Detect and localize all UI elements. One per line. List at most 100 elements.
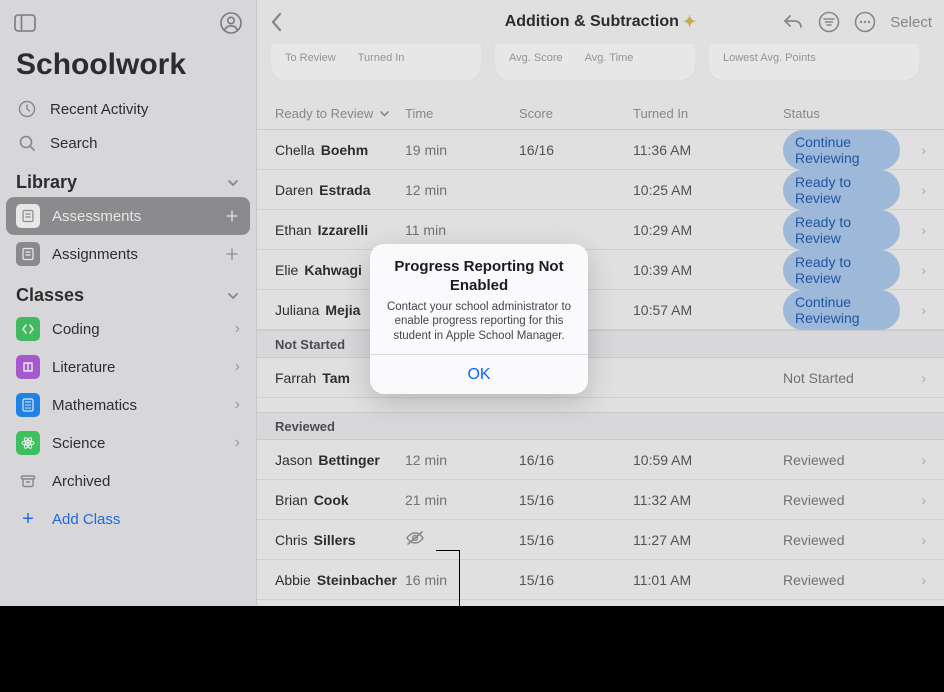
sidebar-item-literature[interactable]: Literature › — [6, 348, 250, 386]
col-ready-to-review[interactable]: Ready to Review — [275, 106, 405, 121]
cell-turned: 10:39 AM — [633, 262, 692, 278]
cell-time: 16 min — [405, 572, 447, 588]
cell-turned: 11:32 AM — [633, 492, 691, 508]
cell-turned: 10:25 AM — [633, 182, 692, 198]
main-area: Addition & Subtraction ✦ Select To Revie… — [257, 0, 944, 606]
chevron-right-icon: › — [900, 492, 926, 508]
chevron-down-icon — [226, 176, 240, 190]
chevron-right-icon: › — [900, 370, 926, 386]
clock-icon — [16, 100, 38, 118]
cell-score: 15/16 — [519, 492, 554, 508]
sidebar-item-archived[interactable]: Archived — [6, 462, 250, 500]
coding-icon — [16, 317, 40, 341]
cell-last: Estrada — [319, 182, 370, 198]
add-class-button[interactable]: + Add Class — [6, 500, 250, 538]
table-row[interactable]: Farrah Tam Not Started › — [257, 358, 944, 398]
cell-time: 21 min — [405, 492, 447, 508]
cell-turned: 10:57 AM — [633, 302, 692, 318]
sidebar-item-science[interactable]: Science › — [6, 424, 250, 462]
chevron-down-icon — [226, 289, 240, 303]
sidebar-item-assessments[interactable]: Assessments — [6, 197, 250, 235]
undo-icon[interactable] — [782, 12, 804, 32]
status-pill[interactable]: Continue Reviewing — [783, 290, 900, 330]
chevron-right-icon: › — [900, 142, 926, 158]
sidebar-item-label: Recent Activity — [50, 101, 148, 118]
doc-icon — [16, 242, 40, 266]
sidebar-item-label: Assignments — [52, 246, 138, 263]
sidebar-item-coding[interactable]: Coding › — [6, 310, 250, 348]
chevron-right-icon: › — [235, 320, 240, 338]
table-row[interactable]: Ethan Izzarelli 11 min 10:29 AM Ready to… — [257, 210, 944, 250]
sidebar-item-label: Archived — [52, 473, 110, 490]
dialog-ok-button[interactable]: OK — [370, 354, 588, 394]
status-pill[interactable]: Ready to Review — [783, 210, 900, 250]
table-row[interactable]: Juliana Mejia 10:57 AM Continue Reviewin… — [257, 290, 944, 330]
sidebar-toggle-icon[interactable] — [14, 14, 36, 32]
account-icon[interactable] — [220, 12, 242, 34]
sidebar-item-mathematics[interactable]: Mathematics › — [6, 386, 250, 424]
cell-status: Reviewed — [783, 492, 844, 508]
cell-status: Reviewed — [783, 572, 844, 588]
sidebar-recent-activity[interactable]: Recent Activity — [0, 92, 256, 126]
col-turned[interactable]: Turned In — [633, 106, 783, 121]
sidebar-item-label: Coding — [52, 321, 100, 338]
science-icon — [16, 431, 40, 455]
section-reviewed: Reviewed — [257, 412, 944, 440]
cell-first: Daren — [275, 182, 313, 198]
chevron-right-icon: › — [235, 396, 240, 414]
cell-time: 12 min — [405, 182, 447, 198]
col-score[interactable]: Score — [519, 106, 633, 121]
chevron-right-icon: › — [900, 572, 926, 588]
col-status[interactable]: Status — [783, 106, 900, 121]
cell-last: Tam — [322, 370, 350, 386]
cell-first: Abbie — [275, 572, 311, 588]
table-row[interactable]: Elie Kahwagi 10:39 AM Ready to Review › — [257, 250, 944, 290]
cell-first: Farrah — [275, 370, 316, 386]
sidebar-item-label: Mathematics — [52, 397, 137, 414]
summary-card-review: To Review Turned In — [271, 44, 481, 80]
status-pill[interactable]: Ready to Review — [783, 250, 900, 290]
cell-score: 15/16 — [519, 572, 554, 588]
archived-icon — [16, 469, 40, 493]
section-not-started: Not Started — [257, 330, 944, 358]
filter-icon[interactable] — [818, 11, 840, 33]
back-button[interactable] — [269, 11, 285, 33]
plus-icon[interactable] — [224, 208, 240, 224]
table-row[interactable]: Abbie Steinbacher 16 min 15/16 11:01 AM … — [257, 560, 944, 600]
doc-icon — [16, 204, 40, 228]
plus-icon[interactable] — [224, 246, 240, 262]
cell-time: 11 min — [405, 222, 446, 238]
table-row[interactable]: Daren Estrada 12 min 10:25 AM Ready to R… — [257, 170, 944, 210]
sidebar-search[interactable]: Search — [0, 126, 256, 160]
classes-header[interactable]: Classes — [0, 273, 256, 310]
more-icon[interactable] — [854, 11, 876, 33]
cell-status: Not Started — [783, 370, 854, 386]
cell-time: 12 min — [405, 452, 447, 468]
table-row[interactable]: Chris Sillers 15/16 11:27 AM Reviewed › — [257, 520, 944, 560]
column-headers: Ready to Review Time Score Turned In Sta… — [257, 80, 944, 130]
cell-score: 16/16 — [519, 452, 554, 468]
cell-last: Mejia — [325, 302, 360, 318]
chevron-right-icon: › — [235, 434, 240, 452]
table-row[interactable]: Jason Bettinger 12 min 16/16 10:59 AM Re… — [257, 440, 944, 480]
mathematics-icon — [16, 393, 40, 417]
cell-last: Boehm — [321, 142, 368, 158]
sidebar-item-assignments[interactable]: Assignments — [6, 235, 250, 273]
col-time[interactable]: Time — [405, 106, 519, 121]
table-row[interactable]: Chella Boehm 19 min 16/16 11:36 AM Conti… — [257, 130, 944, 170]
sidebar-item-label: Search — [50, 135, 98, 152]
sidebar-item-label: Science — [52, 435, 105, 452]
cell-last: Sillers — [314, 532, 356, 548]
cell-turned: 10:59 AM — [633, 452, 692, 468]
summary-card-avg: Avg. Score Avg. Time — [495, 44, 695, 80]
cell-score: 15/16 — [519, 532, 554, 548]
cell-turned: 11:36 AM — [633, 142, 691, 158]
table-row[interactable]: Brian Cook 21 min 15/16 11:32 AM Reviewe… — [257, 480, 944, 520]
alert-dialog: Progress Reporting Not Enabled Contact y… — [370, 244, 588, 394]
plus-icon: + — [16, 508, 40, 531]
status-pill[interactable]: Continue Reviewing — [783, 130, 900, 170]
cell-first: Juliana — [275, 302, 319, 318]
status-pill[interactable]: Ready to Review — [783, 170, 900, 210]
library-header[interactable]: Library — [0, 160, 256, 197]
select-button[interactable]: Select — [890, 14, 932, 31]
